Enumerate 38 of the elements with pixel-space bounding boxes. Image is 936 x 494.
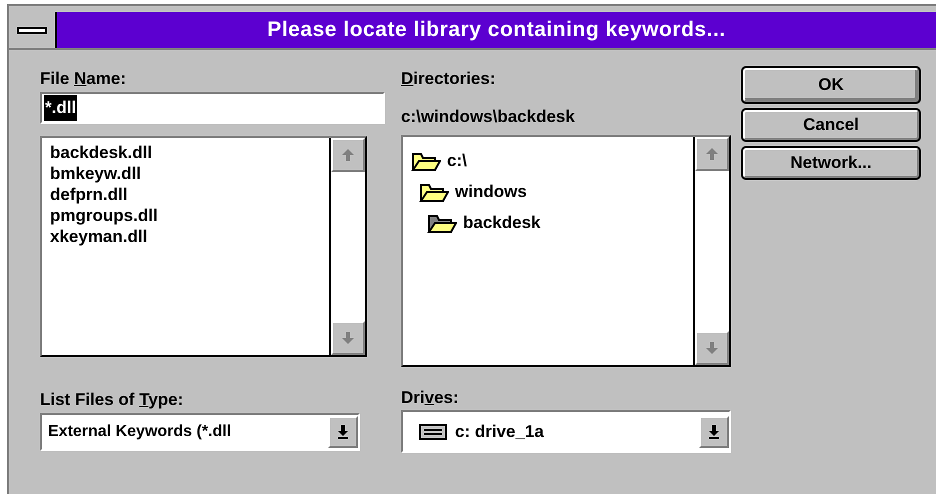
down-arrow-icon [341,331,355,345]
dropdown-button[interactable] [328,416,358,448]
field-label: List Files of Type: [40,389,184,411]
file-name-field[interactable]: *.dll [40,92,385,124]
file-list-item[interactable]: bmkeyw.dll [50,163,329,184]
file-list-item[interactable]: backdesk.dll [50,142,329,163]
dialog-button[interactable]: Cancel [743,110,919,140]
scroll-up-button[interactable] [331,138,365,172]
drive-icon [419,424,447,440]
scroll-down-button[interactable] [695,331,729,365]
file-list-item[interactable]: pmgroups.dll [50,205,329,226]
up-arrow-icon [705,147,719,161]
down-arrow-icon [337,424,349,440]
scroll-down-button[interactable] [331,321,365,355]
directory-list[interactable]: c:\ windows backdesk [401,135,731,367]
dropdown-value: External Keywords (*.dll [47,422,232,442]
dropdown-button[interactable] [699,416,729,448]
directory-item[interactable]: c:\ [447,148,467,174]
dialog-button[interactable]: OK [743,68,919,102]
file-list-item[interactable]: xkeyman.dll [50,226,329,247]
file-list-item[interactable]: defprn.dll [50,184,329,205]
up-arrow-icon [341,148,355,162]
field-label: Directories: [401,68,496,90]
down-arrow-icon [705,341,719,355]
directory-item[interactable]: backdesk [463,210,540,236]
directory-path: c:\windows\backdesk [401,106,576,128]
scroll-up-button[interactable] [695,137,729,171]
down-arrow-icon [708,424,720,440]
file-type-dropdown[interactable]: External Keywords (*.dll [40,413,360,451]
directory-item[interactable]: windows [455,178,527,204]
window-title: Please locate library containing keywords... [57,12,936,48]
field-label: Drives: [401,387,460,409]
file-list[interactable]: backdesk.dll bmkeyw.dll defprn.dll pmgroups.dll xkeyman.dll [40,136,367,357]
dropdown-value: c: drive_1a [455,420,545,443]
dialog-button[interactable]: Network... [743,148,919,178]
field-label: File Name: [40,68,127,90]
field-value: *.dll [44,95,78,121]
drives-dropdown[interactable]: c: drive_1a [401,410,731,453]
